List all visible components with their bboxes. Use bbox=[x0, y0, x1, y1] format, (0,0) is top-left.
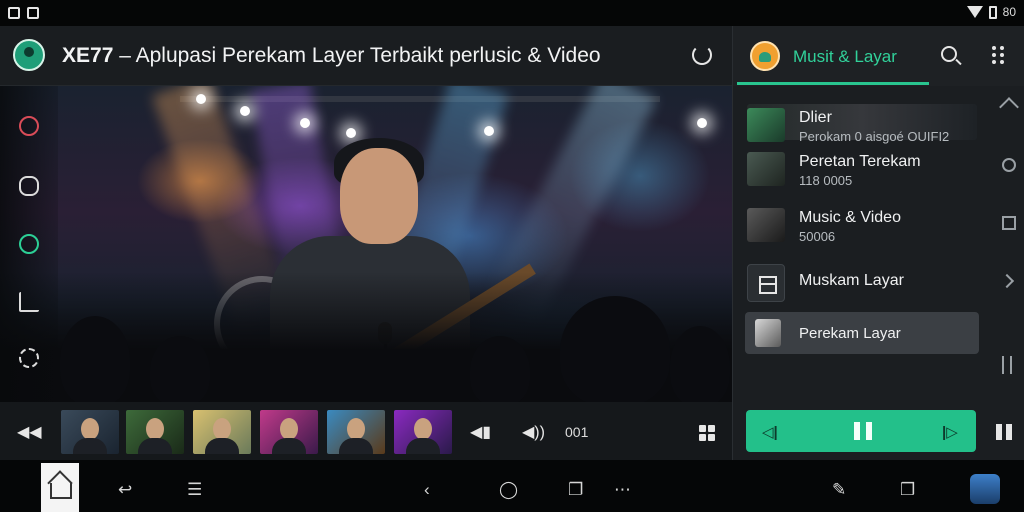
pen-icon[interactable]: ✎ bbox=[832, 480, 846, 500]
list-item[interactable]: Muskam Layar bbox=[747, 256, 983, 304]
spotlight bbox=[346, 128, 356, 138]
notification-icon bbox=[8, 7, 20, 19]
list-item[interactable]: Dlier Perokam 0 aisgoé OUIFI2 bbox=[747, 100, 983, 148]
panel-logo-icon bbox=[750, 41, 780, 71]
avatar[interactable] bbox=[970, 474, 1000, 504]
battery-level: 80 bbox=[1002, 5, 1016, 19]
grid-view-icon[interactable] bbox=[699, 425, 715, 441]
clip-thumbnail[interactable] bbox=[193, 410, 251, 454]
item-title: Music & Video bbox=[799, 209, 901, 226]
clip-thumbnail[interactable] bbox=[126, 410, 184, 454]
spotlight bbox=[196, 94, 206, 104]
active-tab-indicator bbox=[737, 82, 929, 85]
square-icon[interactable] bbox=[1002, 216, 1016, 230]
chevron-right-icon[interactable] bbox=[999, 273, 1015, 289]
spotlight bbox=[484, 126, 494, 136]
spotlight bbox=[240, 106, 250, 116]
video-preview[interactable] bbox=[0, 86, 732, 402]
app-brand: XE77 bbox=[62, 44, 114, 67]
left-toolbar bbox=[0, 86, 58, 402]
collapse-icon[interactable] bbox=[999, 97, 1019, 117]
rewind-icon[interactable]: ◀◀ bbox=[17, 422, 42, 442]
item-title: Dlier bbox=[799, 109, 832, 126]
right-panel: Musit & Layar Dlier Perokam 0 aisgoé OUI… bbox=[732, 26, 1024, 460]
clip-thumbnail[interactable] bbox=[260, 410, 318, 454]
counter-label: 001 bbox=[565, 424, 589, 440]
edit-icon[interactable] bbox=[19, 292, 39, 312]
item-thumbnail bbox=[747, 108, 785, 142]
more-vert-icon[interactable] bbox=[992, 46, 1006, 64]
app-title-text: Aplupasi Perekam Layer Terbaikt perlusic… bbox=[135, 44, 601, 67]
item-subtitle: 118 0005 bbox=[799, 173, 853, 188]
wifi-icon bbox=[966, 6, 983, 18]
crowd-head bbox=[470, 336, 530, 402]
pause-button[interactable] bbox=[854, 422, 872, 440]
right-toolbar bbox=[992, 86, 1024, 402]
chat-icon[interactable]: ◯ bbox=[499, 480, 518, 500]
refresh-icon[interactable] bbox=[692, 45, 712, 65]
item-thumbnail bbox=[755, 319, 781, 347]
item-title: Peretan Terekam bbox=[799, 153, 921, 170]
player-bar: ◁| |▷ bbox=[746, 410, 976, 452]
clip-thumbnail[interactable] bbox=[61, 410, 119, 454]
layout-icon bbox=[747, 264, 785, 302]
singer-face bbox=[340, 148, 418, 244]
back-icon[interactable]: ↩ bbox=[118, 480, 132, 500]
item-title: Perekam Layar bbox=[799, 325, 901, 342]
search-icon[interactable] bbox=[1002, 158, 1016, 172]
title-separator: – bbox=[119, 44, 131, 67]
item-subtitle: Perokam 0 aisgoé OUIFI2 bbox=[799, 129, 950, 144]
clip-thumbnail[interactable] bbox=[327, 410, 385, 454]
search-icon[interactable] bbox=[941, 46, 957, 62]
heart-icon[interactable] bbox=[19, 116, 39, 136]
list-item-selected[interactable]: Perekam Layar bbox=[745, 312, 983, 360]
crowd-head bbox=[670, 326, 730, 402]
panel-header: Musit & Layar bbox=[733, 26, 1024, 86]
app-header: XE77 – Aplupasi Perekam Layer Terbaikt p… bbox=[0, 26, 732, 86]
item-title: Muskam Layar bbox=[799, 272, 904, 289]
skip-back-icon[interactable]: ◁| bbox=[762, 423, 778, 441]
spotlight bbox=[300, 118, 310, 128]
previous-icon[interactable]: ◀▮ bbox=[470, 422, 491, 442]
list-item[interactable]: Music & Video 50006 bbox=[747, 200, 983, 248]
system-nav-bar: ↩ ☰ ‹ ◯ ❐ ⋯ ✎ ❒ bbox=[0, 460, 1024, 512]
home-icon[interactable] bbox=[41, 463, 79, 512]
chevron-left-icon[interactable]: ‹ bbox=[424, 480, 430, 500]
windows-icon[interactable]: ❐ bbox=[568, 480, 583, 500]
pause-side-icon[interactable] bbox=[996, 424, 1014, 440]
item-thumbnail bbox=[747, 208, 785, 242]
menu-icon[interactable]: ☰ bbox=[187, 480, 202, 500]
item-thumbnail bbox=[747, 152, 785, 186]
record-icon[interactable] bbox=[19, 234, 39, 254]
crowd-head bbox=[560, 296, 670, 402]
list-icon[interactable] bbox=[1002, 356, 1012, 374]
status-right: 80 bbox=[966, 5, 1016, 19]
status-bar: 80 bbox=[0, 0, 1024, 26]
item-subtitle: 50006 bbox=[799, 229, 836, 244]
notification-icon bbox=[27, 7, 39, 19]
volume-icon[interactable]: ◀)) bbox=[522, 422, 545, 442]
battery-icon bbox=[988, 5, 997, 19]
crowd-head bbox=[60, 316, 130, 402]
crowd-head bbox=[150, 336, 210, 402]
spotlight bbox=[697, 118, 707, 128]
share-icon[interactable] bbox=[19, 176, 39, 196]
settings-icon[interactable] bbox=[19, 348, 39, 368]
more-icon[interactable]: ⋯ bbox=[614, 480, 631, 500]
list-item[interactable]: Peretan Terekam 118 0005 bbox=[747, 144, 983, 192]
tab-icon[interactable]: ❒ bbox=[900, 480, 915, 500]
skip-forward-icon[interactable]: |▷ bbox=[942, 423, 958, 441]
tab-music-layar[interactable]: Musit & Layar bbox=[793, 47, 897, 67]
app-logo-icon[interactable] bbox=[13, 39, 45, 71]
bottom-controls: ◀◀ ◀▮ ◀)) 001 bbox=[0, 402, 732, 460]
clip-thumbnail[interactable] bbox=[394, 410, 452, 454]
page-title: XE77 – Aplupasi Perekam Layer Terbaikt p… bbox=[62, 44, 601, 68]
